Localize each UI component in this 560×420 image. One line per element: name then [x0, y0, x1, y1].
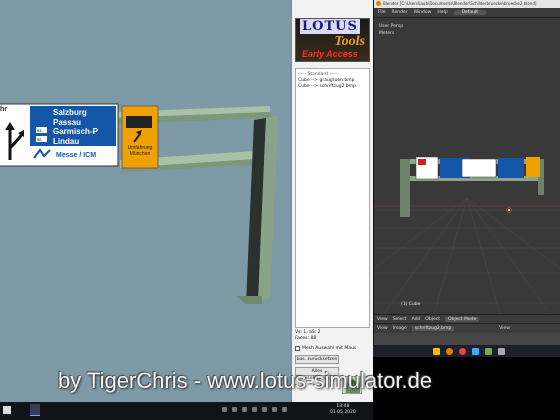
menu-render[interactable]: Render: [392, 10, 408, 15]
blender-window: Blender [C:\Users\laub\Documents\Blender…: [373, 0, 560, 345]
mesh-info: Vs: 1, aS: 2 Faces: 88: [295, 330, 370, 342]
blender-icon[interactable]: [446, 347, 453, 355]
taskbar-app-icon[interactable]: [30, 404, 40, 416]
menu-window[interactable]: Window: [414, 10, 432, 15]
view-info: User Persp Meters: [379, 23, 403, 37]
route-badge: 96: [37, 137, 42, 142]
checkbox-label: Mesh Auswahl mit Maus: [302, 346, 357, 351]
blender-image-header: View Image schriftzug2.bmp View: [374, 323, 560, 333]
workspace-selector[interactable]: Default: [453, 10, 487, 15]
browser-icon[interactable]: [459, 347, 466, 355]
viewport-3d[interactable]: hr Salzburg Passau Garmisch-P Lindau 93 …: [0, 0, 291, 402]
destination: Passau: [53, 117, 82, 127]
destination: Lindau: [53, 136, 80, 146]
destination: Salzburg: [53, 108, 87, 117]
clock-date: 01.05.2020: [330, 410, 356, 415]
tray-icon[interactable]: [222, 407, 227, 412]
blender-3d-header: View Select Add Object Object Mode: [374, 314, 560, 323]
tray-icon[interactable]: [242, 407, 247, 412]
list-item[interactable]: Cube --> schriftzug2.bmp: [298, 84, 367, 90]
destination: Garmisch-P: [53, 127, 98, 136]
blender-menubar: File Render Window Help Default: [374, 8, 560, 18]
mesh-select-checkbox[interactable]: Mesh Auswahl mit Maus: [295, 346, 356, 351]
menu-help[interactable]: Help: [437, 10, 447, 15]
sign-left-fragment: hr: [0, 106, 7, 113]
app-icon[interactable]: [485, 347, 492, 355]
system-tray: [222, 407, 287, 412]
image-header-view-2[interactable]: View: [499, 326, 510, 331]
reset-button[interactable]: bas. zurücksetzen: [295, 355, 339, 364]
tray-icon[interactable]: [232, 407, 237, 412]
texture-list[interactable]: ----- Standard ----- Cube --> graugruen.…: [295, 68, 370, 328]
tray-icon[interactable]: [272, 407, 277, 412]
taskbar: [0, 402, 373, 420]
header-select[interactable]: Select: [393, 317, 407, 322]
tray-icon[interactable]: [282, 407, 287, 412]
view-units-label: Meters: [379, 31, 395, 36]
edge-icon[interactable]: [472, 347, 479, 355]
header-view[interactable]: View: [377, 317, 388, 322]
uv-editor[interactable]: [374, 333, 560, 345]
active-object-label: (1) Cube: [401, 302, 421, 307]
image-header-image[interactable]: Image: [393, 326, 407, 331]
view-persp-label: User Persp: [379, 24, 404, 29]
blender-logo-icon: [376, 1, 381, 6]
watermark: by TigerChris - www.lotus-simulator.de: [58, 368, 433, 393]
tray-icon[interactable]: [252, 407, 257, 412]
windows-start-icon[interactable]: [3, 406, 11, 414]
app-icon[interactable]: [498, 347, 505, 355]
detour-sign: [121, 105, 159, 169]
lotus-tools-logo: LOTUS Tools Early Access: [295, 18, 370, 62]
blender-titlebar: Blender [C:\Users\laub\Documents\Blender…: [374, 0, 560, 8]
header-object[interactable]: Object: [425, 317, 440, 322]
blender-3d-view[interactable]: User Persp Meters (1) Cube: [374, 18, 560, 314]
taskbar-right: [373, 345, 560, 357]
folder-icon[interactable]: [433, 347, 440, 355]
logo-line-1: LOTUS: [300, 19, 360, 34]
detour-line: München: [129, 151, 151, 157]
detour-text: Umfahrung München: [122, 145, 158, 157]
faces-info: Faces: 88: [295, 336, 317, 341]
lotus-tools-panel: LOTUS Tools Early Access ----- Standard …: [291, 0, 373, 402]
gantry-scene: [0, 103, 278, 304]
header-add[interactable]: Add: [412, 317, 421, 322]
tray-icon[interactable]: [262, 407, 267, 412]
image-header-view[interactable]: View: [377, 326, 388, 331]
window-title: Blender [C:\Users\laub\Documents\Blender…: [383, 1, 537, 6]
logo-line-2: Tools: [334, 34, 365, 49]
route-badge: 93: [37, 128, 42, 133]
mode-selector[interactable]: Object Mode: [444, 316, 480, 322]
image-selector[interactable]: schriftzug2.bmp: [411, 326, 455, 331]
blender-scene: [374, 156, 560, 314]
taskbar-clock[interactable]: 13:48 01.05.2020: [330, 404, 356, 416]
logo-line-3: Early Access: [302, 49, 358, 59]
sign-destinations: Salzburg Passau Garmisch-P Lindau: [53, 108, 98, 146]
sign-lower-label: Messe / ICM: [56, 152, 97, 159]
checkbox-box[interactable]: [295, 346, 300, 351]
menu-file[interactable]: File: [378, 10, 386, 15]
